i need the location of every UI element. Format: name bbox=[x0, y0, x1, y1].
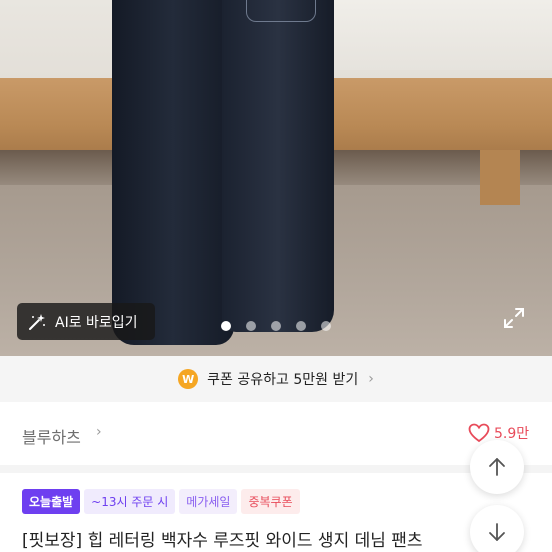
tag-today-shipping: 오늘출발 bbox=[22, 489, 81, 514]
chevron-right-icon: › bbox=[96, 424, 102, 440]
carousel-dot-2[interactable] bbox=[246, 321, 256, 331]
shop-name[interactable]: 블루하츠 bbox=[22, 424, 81, 448]
photo-jeans-pocket bbox=[246, 0, 316, 22]
product-title: [핏보장] 힙 레터링 백자수 루즈핏 와이드 생지 데님 팬츠 bbox=[22, 531, 423, 551]
expand-icon[interactable] bbox=[502, 306, 526, 330]
arrow-up-icon bbox=[489, 458, 505, 476]
ai-try-on-button[interactable]: AI로 바로입기 bbox=[17, 303, 155, 340]
heart-icon bbox=[468, 423, 490, 443]
ai-try-on-label: AI로 바로입기 bbox=[55, 314, 138, 331]
carousel-dot-5[interactable] bbox=[321, 321, 331, 331]
photo-jeans-right-leg bbox=[222, 0, 334, 332]
coupon-share-banner[interactable]: W 쿠폰 공유하고 5만원 받기 › bbox=[0, 356, 552, 402]
photo-jeans-left-leg bbox=[112, 0, 234, 345]
tag-mega-sale: 메가세일 bbox=[179, 489, 238, 514]
carousel-dot-3[interactable] bbox=[271, 321, 281, 331]
photo-bed-leg bbox=[480, 150, 520, 205]
tag-order-cutoff: ~13시 주문 시 bbox=[84, 489, 176, 514]
product-image[interactable]: AI로 바로입기 bbox=[0, 0, 552, 356]
scroll-down-button[interactable] bbox=[470, 505, 524, 552]
coupon-share-text: 쿠폰 공유하고 5만원 받기 bbox=[207, 372, 359, 388]
tag-stack-coupon: 중복쿠폰 bbox=[241, 489, 300, 514]
chevron-right-icon: › bbox=[368, 371, 374, 387]
magic-wand-icon bbox=[29, 313, 45, 330]
arrow-down-icon bbox=[489, 523, 505, 541]
carousel-dot-1[interactable] bbox=[221, 321, 231, 331]
carousel-indicator bbox=[221, 321, 331, 331]
product-tags: 오늘출발 ~13시 주문 시 메가세일 중복쿠폰 bbox=[22, 489, 300, 514]
carousel-dot-4[interactable] bbox=[296, 321, 306, 331]
coin-icon: W bbox=[178, 369, 199, 389]
scroll-up-button[interactable] bbox=[470, 440, 524, 494]
